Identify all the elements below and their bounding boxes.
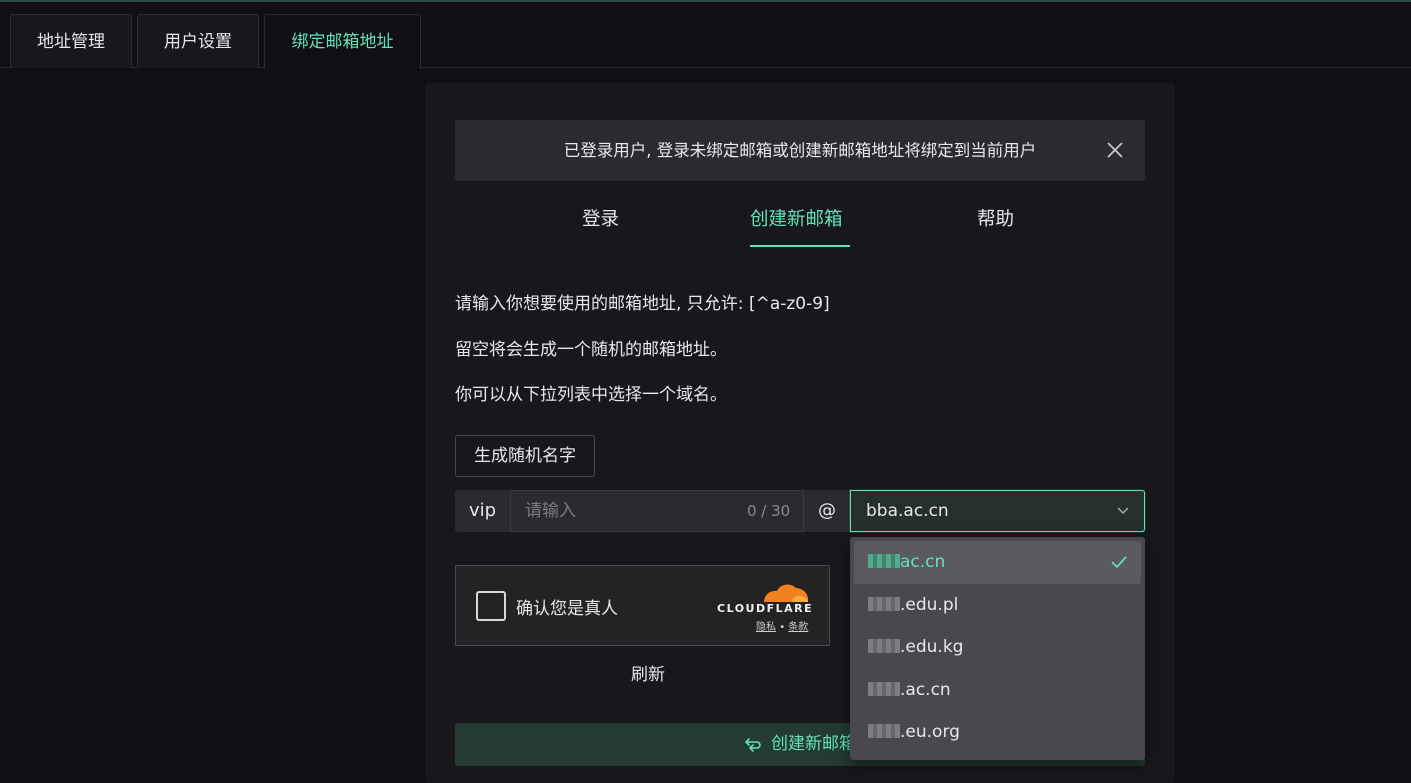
- cloudflare-captcha: 确认您是真人 CLOUDFLARE 隐私 • 条款: [455, 565, 830, 646]
- address-prefix: vip: [455, 490, 510, 532]
- captcha-links: 隐私 • 条款: [756, 618, 808, 633]
- redacted-text: [868, 596, 900, 611]
- tab-user-settings[interactable]: 用户设置: [137, 14, 259, 68]
- captcha-checkbox[interactable]: [476, 591, 506, 621]
- cloudflare-wordmark: CLOUDFLARE: [717, 602, 814, 615]
- refresh-captcha-link[interactable]: 刷新: [631, 660, 665, 685]
- domain-option[interactable]: .ac.cn: [854, 669, 1141, 712]
- domain-option[interactable]: .eu.org: [854, 711, 1141, 754]
- domain-option[interactable]: .edu.kg: [854, 626, 1141, 669]
- redacted-text: [868, 639, 900, 653]
- swap-icon: [745, 738, 761, 752]
- generate-random-name-button[interactable]: 生成随机名字: [455, 435, 595, 477]
- info-alert: 已登录用户, 登录未绑定邮箱或创建新邮箱地址将绑定到当前用户: [455, 120, 1145, 181]
- main-tabs: 地址管理 用户设置 绑定邮箱地址: [0, 14, 1411, 69]
- tab-address-management[interactable]: 地址管理: [10, 14, 132, 68]
- captcha-label: 确认您是真人: [516, 599, 618, 619]
- link-separator: •: [779, 622, 786, 633]
- tab-login[interactable]: 登录: [582, 205, 619, 248]
- hint-choose-domain: 你可以从下拉列表中选择一个域名。: [455, 385, 727, 405]
- tab-create-mailbox[interactable]: 创建新邮箱: [750, 205, 843, 248]
- selected-domain: bba.ac.cn: [866, 501, 949, 521]
- hint-allowed-chars: 请输入你想要使用的邮箱地址, 只允许: [^a-z0-9]: [455, 294, 830, 314]
- redacted-text: [868, 554, 900, 568]
- redacted-text: [868, 724, 900, 738]
- address-input-group: vip 0 / 30 @ bba.ac.cn: [455, 490, 1145, 532]
- domain-dropdown: ac.cn .edu.pl .edu.kg .ac.cn .eu.org: [850, 537, 1145, 760]
- char-counter: 0 / 30: [747, 502, 791, 520]
- alert-text: 已登录用户, 登录未绑定邮箱或创建新邮箱地址将绑定到当前用户: [563, 141, 1037, 160]
- tab-help[interactable]: 帮助: [977, 205, 1014, 248]
- create-mailbox-label: 创建新邮箱: [771, 734, 856, 754]
- checkmark-icon: [1111, 556, 1127, 569]
- domain-select[interactable]: bba.ac.cn: [850, 490, 1145, 532]
- privacy-link[interactable]: 隐私: [756, 622, 776, 633]
- redacted-text: [868, 681, 900, 696]
- top-accent-line: [0, 0, 1411, 2]
- terms-link[interactable]: 条款: [788, 622, 808, 633]
- chevron-down-icon: [1117, 507, 1129, 515]
- active-tab-indicator: [750, 245, 850, 247]
- hint-random-address: 留空将会生成一个随机的邮箱地址。: [455, 340, 727, 360]
- domain-option[interactable]: ac.cn: [854, 541, 1141, 584]
- tab-bind-email[interactable]: 绑定邮箱地址: [264, 14, 421, 69]
- at-separator: @: [804, 490, 850, 532]
- domain-option[interactable]: .edu.pl: [854, 584, 1141, 627]
- close-icon[interactable]: [1105, 140, 1125, 160]
